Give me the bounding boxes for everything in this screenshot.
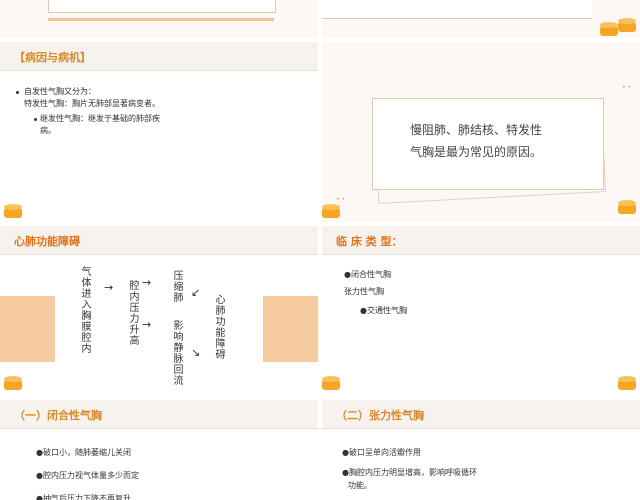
slide-header: 临 床 类 型： (322, 226, 640, 255)
flow-step: 压缩肺 (171, 270, 182, 303)
slide-header: （二）张力性气胸 (322, 400, 640, 429)
coin-icon (618, 18, 636, 32)
arrow-down-right-icon: ↘ (191, 346, 201, 359)
list-item: ●抽气后压力下降不再复升 (36, 494, 131, 500)
list-item: ●闭合性气胸 (344, 270, 391, 279)
list-item: 张力性气胸 (344, 287, 384, 296)
coin-icon (618, 376, 636, 390)
slide-header: 心肺功能障碍 (0, 226, 318, 255)
list-item: ●胸腔内压力明显增高，影响呼吸循环 (342, 468, 477, 477)
list-item: ●破口小，随肺萎缩儿关闭 (36, 448, 131, 457)
coin-icon (322, 204, 340, 218)
slide-tension-pneumothorax[interactable]: （二）张力性气胸 ●破口呈单向活瓣作用 ●胸腔内压力明显增高，影响呼吸循环 功能… (322, 400, 640, 500)
slide-title: （二）张力性气胸 (336, 409, 424, 422)
frame-box (48, 0, 276, 13)
list-item: ●交通性气胸 (360, 306, 407, 315)
slide-etiology[interactable]: 【病因与病机】 自发性气胸又分为： 特发性气胸：胸片无肺部显著病变者。 继发性气… (0, 42, 318, 222)
coin-icon (4, 376, 22, 390)
list-item: ●破口呈单向活瓣作用 (342, 448, 421, 457)
dots-decoration: • • (336, 196, 345, 203)
coin-icon (4, 204, 22, 218)
peach-block-right (263, 296, 318, 362)
flow-step: 心肺功能障碍 (213, 294, 224, 360)
slide-title: 心肺功能障碍 (14, 235, 80, 248)
bullet-icon (16, 91, 19, 94)
flow-step: 腔内压力升高 (127, 280, 138, 346)
body-text: 病。 (40, 126, 56, 135)
quote-text: 慢阻肺、肺结核、特发性 (410, 123, 543, 137)
arrow-right-icon: → (104, 281, 114, 294)
list-item: 功能。 (348, 481, 372, 490)
flow-step: 影响静脉回流 (171, 320, 182, 386)
slide-closed-pneumothorax[interactable]: （一）闭合性气胸 ●破口小，随肺萎缩儿关闭 ●腔内压力视气体量多少而定 ●抽气后… (0, 400, 318, 500)
arrow-right-icon: → (142, 276, 152, 289)
slide-cardiopulmonary[interactable]: 心肺功能障碍 气体进入胸膜腔内 → 腔内压力升高 → → 压缩肺 影响静脉回流 … (0, 226, 318, 396)
body-text: 继发性气胸：继发于基础的肺部疾 (40, 114, 160, 123)
slide-header: 【病因与病机】 (0, 42, 318, 71)
coin-icon (322, 376, 340, 390)
arrow-down-left-icon: ↙ (191, 286, 201, 299)
quote-text: 气胸是最为常见的原因。 (410, 145, 543, 159)
dots-decoration: • • (622, 84, 631, 91)
coin-icon (600, 22, 618, 36)
slide-title: 临 床 类 型： (336, 235, 403, 248)
slide-header: （一）闭合性气胸 (0, 400, 318, 429)
list-item: ●腔内压力视气体量多少而定 (36, 471, 139, 480)
slide-clinical-types[interactable]: 临 床 类 型： ●闭合性气胸 张力性气胸 ●交通性气胸 (322, 226, 640, 396)
peach-block-left (0, 296, 55, 362)
slide-top-right[interactable] (322, 0, 640, 38)
slide-quote[interactable]: • • 慢阻肺、肺结核、特发性 气胸是最为常见的原因。 • • (322, 42, 640, 222)
frame-box (322, 0, 592, 19)
underline-bar (48, 18, 274, 21)
slide-title: 【病因与病机】 (14, 51, 91, 64)
slide-top-left[interactable] (0, 0, 318, 38)
bullet-icon (34, 118, 37, 121)
body-text: 特发性气胸：胸片无肺部显著病变者。 (24, 99, 160, 108)
flow-step: 气体进入胸膜腔内 (79, 266, 90, 354)
coin-icon (618, 200, 636, 214)
slide-title: （一）闭合性气胸 (14, 409, 102, 422)
arrow-right-icon: → (142, 318, 152, 331)
